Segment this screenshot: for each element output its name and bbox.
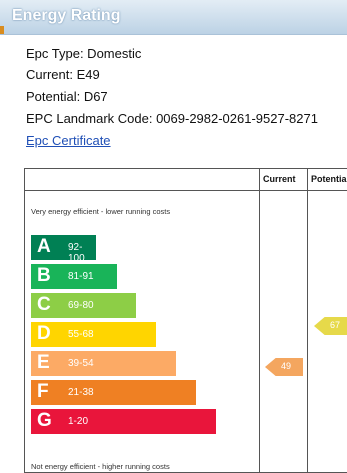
band-letter: A xyxy=(37,236,51,257)
band-range: 69-80 xyxy=(68,300,94,311)
rating-band-e: E 39-54 xyxy=(31,351,176,376)
rating-band-a: A 92-100 xyxy=(31,235,96,264)
potential-column-header: Potentia xyxy=(307,169,347,191)
section-title: Energy Rating xyxy=(12,7,121,24)
potential-rating-pointer: 67 xyxy=(314,317,347,335)
band-range: 55-68 xyxy=(68,329,94,340)
bottom-caption: Not energy efficient - higher running co… xyxy=(31,462,170,471)
current-rating-text: Current: E49 xyxy=(26,67,100,82)
rating-band-c: C 69-80 xyxy=(31,293,136,318)
epc-certificate-link[interactable]: Epc Certificate xyxy=(26,133,111,148)
band-letter: B xyxy=(37,265,51,286)
current-rating-pointer: 49 xyxy=(265,358,303,376)
band-range: 1-20 xyxy=(68,416,89,427)
band-letter: E xyxy=(37,352,50,373)
band-letter: F xyxy=(37,381,49,402)
column-divider xyxy=(259,191,260,472)
column-divider xyxy=(307,191,308,472)
band-range: 39-54 xyxy=(68,358,94,369)
band-letter: C xyxy=(37,294,51,315)
potential-rating-value: 67 xyxy=(330,320,341,330)
rating-band-f: F 21-38 xyxy=(31,380,196,405)
energy-rating-header: Energy Rating xyxy=(0,0,347,35)
band-letter: D xyxy=(37,323,51,344)
potential-column-label: Potentia xyxy=(311,174,347,184)
band-letter: G xyxy=(37,410,52,431)
rating-band-b: B 81-91 xyxy=(31,264,117,289)
rating-band-g: G 1-20 xyxy=(31,409,216,434)
potential-rating-text: Potential: D67 xyxy=(26,89,108,104)
rating-band-d: D 55-68 xyxy=(31,322,156,347)
energy-rating-table: Current Potentia Very energy efficient -… xyxy=(24,168,347,473)
current-rating-value: 49 xyxy=(281,361,292,371)
top-caption: Very energy efficient - lower running co… xyxy=(31,207,171,216)
band-range: 92-100 xyxy=(68,242,85,264)
current-column-header: Current xyxy=(259,169,307,191)
landmark-code-text: EPC Landmark Code: 0069-2982-0261-9527-8… xyxy=(26,111,318,126)
epc-type-text: Epc Type: Domestic xyxy=(26,46,142,61)
header-accent xyxy=(0,26,4,34)
scale-column-header xyxy=(25,169,259,191)
band-range: 81-91 xyxy=(68,271,94,282)
band-range: 21-38 xyxy=(68,387,94,398)
current-column-label: Current xyxy=(263,174,296,184)
